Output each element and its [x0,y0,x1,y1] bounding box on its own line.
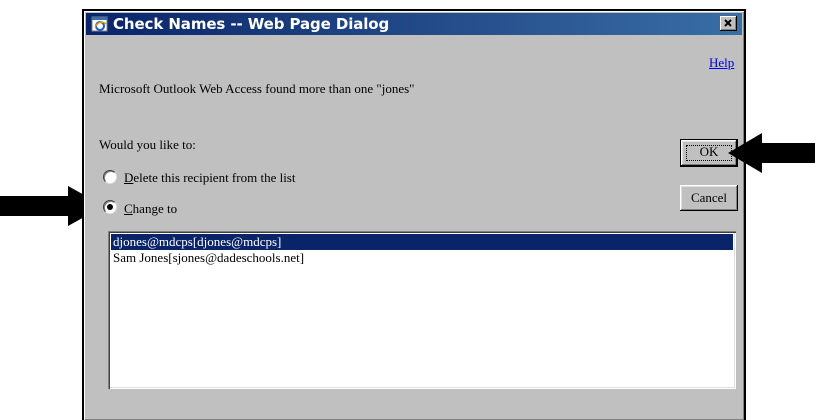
change-accel-key: C [124,201,133,216]
change-to-radio[interactable] [103,200,117,214]
cancel-button[interactable]: Cancel [680,185,738,211]
close-icon [724,19,732,27]
close-button[interactable] [720,16,737,31]
title-bar[interactable]: Check Names -- Web Page Dialog [86,13,742,35]
message-text: Microsoft Outlook Web Access found more … [99,81,415,96]
dialog-title: Check Names -- Web Page Dialog [113,15,390,33]
delete-accel-key: D [124,170,134,185]
cancel-button-label: Cancel [690,190,728,205]
name-match-listbox[interactable]: djones@mdcps[djones@mdcps] Sam Jones[sjo… [108,231,736,389]
check-names-dialog: Check Names -- Web Page Dialog Help Micr… [82,9,746,420]
list-item[interactable]: Sam Jones[sjones@dadeschools.net] [111,250,733,266]
focus-ring [686,145,732,161]
delete-recipient-radio[interactable] [103,170,117,184]
change-to-label[interactable]: Change to [124,201,177,217]
annotation-arrow-left-icon [728,133,815,173]
delete-label-text: elete this recipient from the list [133,170,296,185]
delete-recipient-label[interactable]: Delete this recipient from the list [124,170,295,186]
prompt-text: Would you like to: [99,137,196,152]
ie-icon [91,16,108,32]
change-label-text: hange to [132,201,178,216]
list-item[interactable]: djones@mdcps[djones@mdcps] [111,234,733,250]
help-link[interactable]: Help [709,55,734,71]
radio-selected-dot [107,204,113,210]
